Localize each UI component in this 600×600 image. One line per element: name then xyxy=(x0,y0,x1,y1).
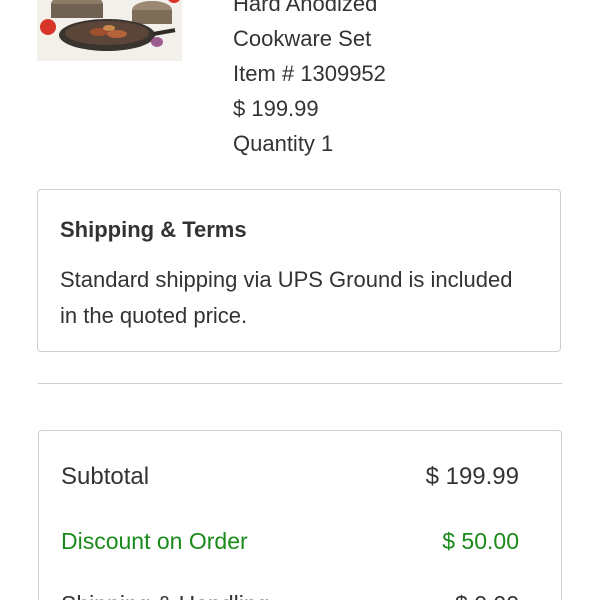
shipping-handling-value: $ 0.00 xyxy=(455,591,519,600)
shipping-terms-card: Shipping & Terms Standard shipping via U… xyxy=(37,189,561,352)
subtotal-value: $ 199.99 xyxy=(425,463,519,490)
subtotal-label: Subtotal xyxy=(61,463,150,490)
subtotal-row: Subtotal $ 199.99 xyxy=(61,463,519,491)
product-price: $ 199.99 xyxy=(233,96,319,121)
discount-row: Discount on Order $ 50.00 xyxy=(61,528,519,555)
product-quantity: Quantity 1 xyxy=(233,131,334,156)
shipping-terms-text: Standard shipping via UPS Ground is incl… xyxy=(60,267,513,328)
product-details: Hard Anodized Cookware Set Item # 130995… xyxy=(233,0,386,161)
discount-label: Discount on Order xyxy=(61,528,248,554)
product-item-number: Item # 1309952 xyxy=(233,61,386,86)
order-review-page: Hard Anodized Cookware Set Item # 130995… xyxy=(0,0,600,600)
product-name-line1[interactable]: Hard Anodized xyxy=(233,0,386,21)
product-image[interactable] xyxy=(37,0,182,61)
shipping-terms-title: Shipping & Terms xyxy=(60,217,247,242)
order-summary-card: Subtotal $ 199.99 Discount on Order $ 50… xyxy=(38,430,562,600)
cookware-image-icon xyxy=(37,0,182,61)
section-divider xyxy=(38,383,562,384)
discount-value: $ 50.00 xyxy=(442,528,519,554)
shipping-handling-row: Shipping & Handling $ 0.00 xyxy=(61,591,519,600)
shipping-handling-label: Shipping & Handling xyxy=(61,591,269,600)
product-name-line2[interactable]: Cookware Set xyxy=(233,21,386,56)
